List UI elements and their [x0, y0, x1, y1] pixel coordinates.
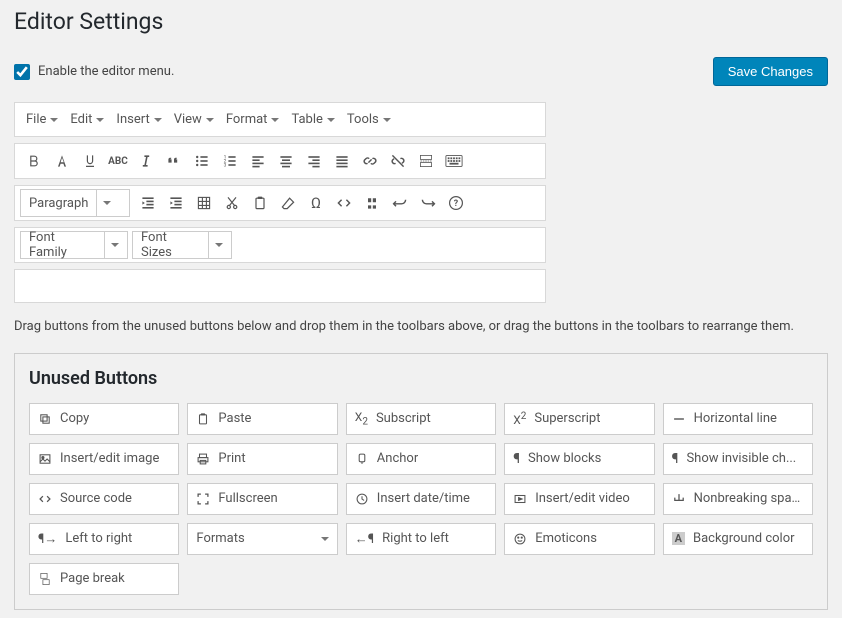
- unused-subscript-button[interactable]: X2Subscript: [346, 403, 496, 435]
- nbsp-icon: [672, 492, 686, 506]
- editor-menu-bar: File Edit Insert View Format Table Tools: [14, 102, 546, 137]
- menu-format[interactable]: Format: [220, 106, 286, 133]
- link-icon[interactable]: [356, 147, 384, 175]
- pilcrow-icon: ¶: [672, 451, 679, 467]
- image-icon: [38, 452, 52, 466]
- unused-superscript-button[interactable]: X2Superscript: [504, 403, 654, 435]
- svg-text:3: 3: [224, 163, 227, 169]
- unused-anchor-button[interactable]: Anchor: [346, 443, 496, 475]
- pilcrow-icon: ¶: [513, 451, 520, 467]
- unused-datetime-button[interactable]: Insert date/time: [346, 483, 496, 515]
- eraser-icon[interactable]: [274, 189, 302, 217]
- bgcolor-icon: A: [672, 532, 685, 545]
- unused-nbsp-button[interactable]: Nonbreaking space: [663, 483, 813, 515]
- print-icon: [196, 452, 210, 466]
- svg-text:?: ?: [454, 199, 459, 209]
- paragraph-dropdown[interactable]: Paragraph: [20, 189, 130, 217]
- unused-formats-dropdown[interactable]: Formats: [187, 523, 337, 555]
- subscript-icon: X2: [355, 410, 368, 427]
- fullscreen-icon: [196, 492, 210, 506]
- enable-editor-menu-checkbox[interactable]: [14, 64, 30, 80]
- help-icon[interactable]: ?: [442, 189, 470, 217]
- menu-edit[interactable]: Edit: [64, 106, 110, 133]
- align-center-icon[interactable]: [272, 147, 300, 175]
- copy-icon: [38, 412, 52, 426]
- video-icon: [513, 492, 527, 506]
- pagebreak-icon: [38, 572, 52, 586]
- unused-paste-button[interactable]: Paste: [187, 403, 337, 435]
- paste-icon: [196, 412, 210, 426]
- blockquote-icon[interactable]: [160, 147, 188, 175]
- ltr-icon: ¶→: [38, 531, 57, 547]
- align-right-icon[interactable]: [300, 147, 328, 175]
- unused-pagebreak-button[interactable]: Page break: [29, 563, 179, 595]
- editor-toolbar-row1: ABC 123: [14, 143, 546, 179]
- unused-rtl-button[interactable]: ←¶Right to left: [346, 523, 496, 555]
- font-sizes-dropdown[interactable]: Font Sizes: [132, 231, 232, 259]
- editor-toolbar-row3: Font Family Font Sizes: [14, 227, 546, 263]
- unused-buttons-title: Unused Buttons: [29, 368, 813, 389]
- indent-icon[interactable]: [162, 189, 190, 217]
- menu-view[interactable]: View: [168, 106, 220, 133]
- bold-icon[interactable]: [20, 147, 48, 175]
- menu-table[interactable]: Table: [285, 106, 340, 133]
- unused-print-button[interactable]: Print: [187, 443, 337, 475]
- unused-copy-button[interactable]: Copy: [29, 403, 179, 435]
- font-a-icon[interactable]: [48, 147, 76, 175]
- clipboard-icon[interactable]: [246, 189, 274, 217]
- unused-fullscreen-button[interactable]: Fullscreen: [187, 483, 337, 515]
- enable-editor-menu-text: Enable the editor menu.: [38, 64, 174, 79]
- unused-image-button[interactable]: Insert/edit image: [29, 443, 179, 475]
- find-icon[interactable]: [358, 189, 386, 217]
- unused-video-button[interactable]: Insert/edit video: [504, 483, 654, 515]
- hr-icon: [672, 412, 686, 426]
- outdent-icon[interactable]: [134, 189, 162, 217]
- menu-insert[interactable]: Insert: [110, 106, 167, 133]
- save-changes-button[interactable]: Save Changes: [713, 57, 828, 86]
- enable-editor-menu-label[interactable]: Enable the editor menu.: [14, 64, 174, 80]
- page-title: Editor Settings: [14, 8, 828, 35]
- keyboard-icon[interactable]: [440, 147, 468, 175]
- table-icon[interactable]: [190, 189, 218, 217]
- rtl-icon: ←¶: [355, 531, 374, 547]
- drag-hint-text: Drag buttons from the unused buttons bel…: [14, 317, 828, 337]
- strikethrough-icon[interactable]: ABC: [104, 147, 132, 175]
- superscript-icon: X2: [513, 411, 526, 427]
- unused-hr-button[interactable]: Horizontal line: [663, 403, 813, 435]
- numbered-list-icon[interactable]: 123: [216, 147, 244, 175]
- anchor-icon: [355, 452, 369, 466]
- underline-icon[interactable]: [76, 147, 104, 175]
- undo-icon[interactable]: [386, 189, 414, 217]
- unused-emoticons-button[interactable]: Emoticons: [504, 523, 654, 555]
- editor-toolbar-row4-empty[interactable]: [14, 269, 546, 303]
- code-icon: [38, 492, 52, 506]
- redo-icon[interactable]: [414, 189, 442, 217]
- unused-invisible-button[interactable]: ¶Show invisible ch...: [663, 443, 813, 475]
- unused-ltr-button[interactable]: ¶→Left to right: [29, 523, 179, 555]
- font-family-dropdown[interactable]: Font Family: [20, 231, 128, 259]
- bullet-list-icon[interactable]: [188, 147, 216, 175]
- unused-bgcolor-button[interactable]: ABackground color: [663, 523, 813, 555]
- menu-tools[interactable]: Tools: [341, 106, 397, 133]
- editor-toolbar-row2: Paragraph Ω ?: [14, 185, 546, 221]
- align-justify-icon[interactable]: [328, 147, 356, 175]
- unused-source-button[interactable]: Source code: [29, 483, 179, 515]
- unlink-icon[interactable]: [384, 147, 412, 175]
- unused-showblocks-button[interactable]: ¶Show blocks: [504, 443, 654, 475]
- italic-icon[interactable]: [132, 147, 160, 175]
- smile-icon: [513, 532, 527, 546]
- code-icon[interactable]: [330, 189, 358, 217]
- caret-down-icon: [321, 537, 329, 541]
- clock-icon: [355, 492, 369, 506]
- menu-file[interactable]: File: [20, 106, 64, 133]
- align-left-icon[interactable]: [244, 147, 272, 175]
- special-char-icon[interactable]: Ω: [302, 189, 330, 217]
- cut-icon[interactable]: [218, 189, 246, 217]
- read-more-icon[interactable]: [412, 147, 440, 175]
- unused-buttons-panel: Unused Buttons Copy Paste X2Subscript X2…: [14, 353, 828, 610]
